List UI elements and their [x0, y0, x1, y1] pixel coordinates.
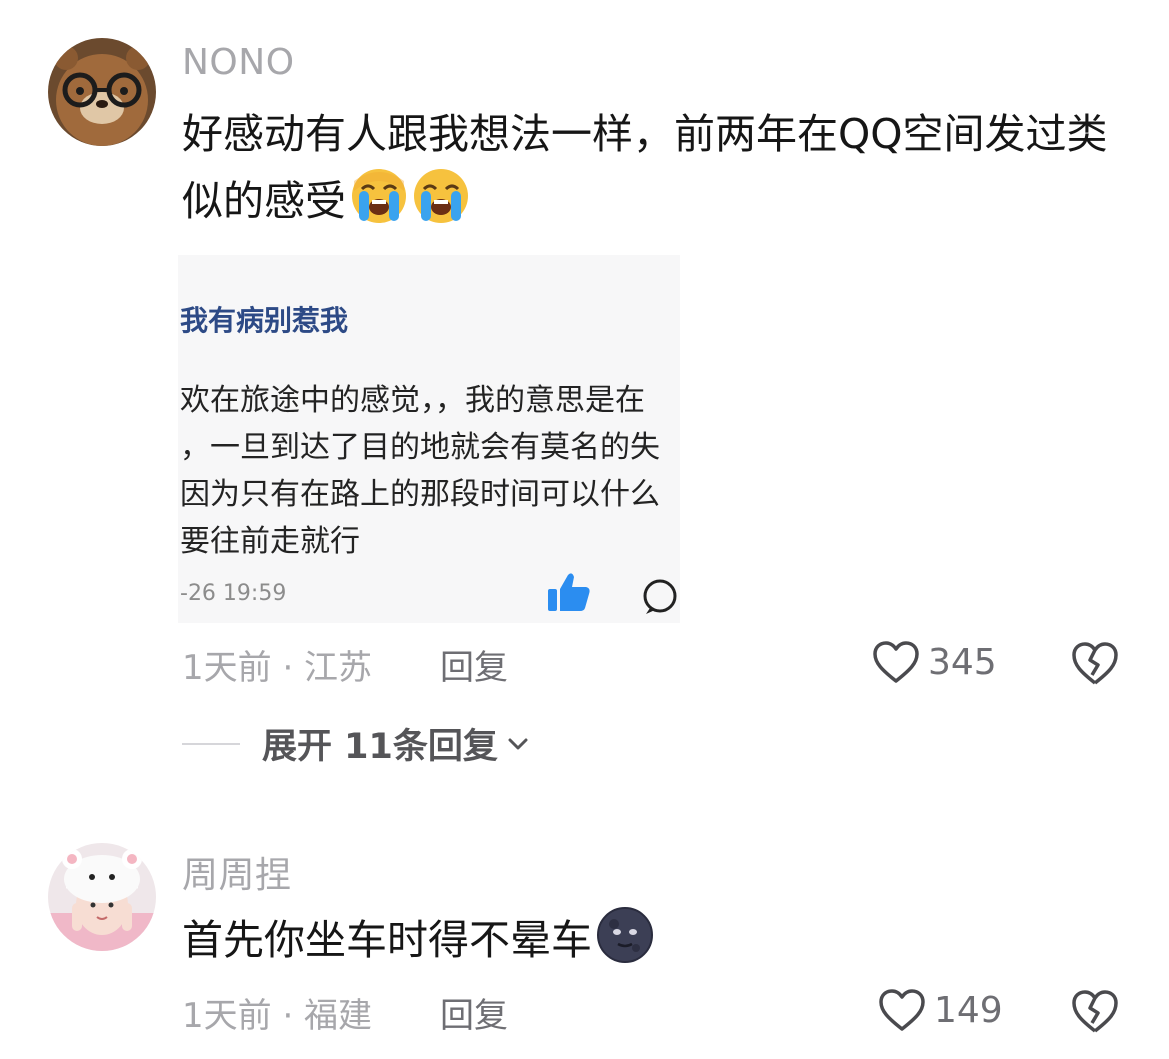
loudly-crying-face-icon	[412, 167, 470, 225]
reply-button[interactable]: 回复	[440, 640, 508, 689]
quoted-text-line: 欢在旅途中的感觉，，我的意思是在	[180, 383, 645, 418]
comment-text: 首先你坐车时得不晕车	[182, 906, 1142, 973]
comment-image[interactable]: 我有病别惹我 欢在旅途中的感觉，，我的意思是在 ，一旦到达了目的地就会有莫名的失…	[178, 255, 680, 623]
broken-heart-icon[interactable]	[1071, 988, 1119, 1034]
comment-text: 好感动有人跟我想法一样，前两年在QQ空间发过类似的感受	[182, 102, 1142, 234]
thumbs-up-icon	[548, 573, 590, 611]
username[interactable]: 周周捏	[182, 846, 292, 898]
new-moon-face-icon	[596, 906, 654, 964]
avatar[interactable]	[48, 843, 156, 951]
quoted-username: 我有病别惹我	[180, 304, 349, 337]
comment-bubble-icon	[643, 579, 677, 614]
reply-button[interactable]: 回复	[440, 988, 508, 1037]
username[interactable]: NONO	[182, 42, 295, 83]
comment-list: NONO 好感动有人跟我想法一样，前两年在QQ空间发过类似的感受 我有病别惹我 …	[0, 0, 1169, 1059]
quoted-text-line: 要往前走就行	[180, 524, 360, 559]
expand-replies-label: 展开 11条回复	[262, 727, 498, 767]
like-count: 345	[928, 641, 997, 683]
quoted-timestamp: -26 19:59	[180, 581, 287, 606]
chevron-down-icon	[508, 738, 528, 749]
divider-line	[182, 742, 240, 745]
like-button[interactable]: 149	[878, 988, 1003, 1032]
heart-icon	[873, 641, 919, 683]
comment-text-content: 好感动有人跟我想法一样，前两年在QQ空间发过类似的感受	[182, 110, 1108, 225]
loudly-crying-face-icon	[350, 167, 408, 225]
like-button[interactable]: 345	[872, 640, 997, 684]
heart-icon	[879, 989, 925, 1031]
comment-text-content: 首先你坐车时得不晕车	[182, 916, 592, 964]
timestamp-location: 1天前 · 江苏	[182, 648, 373, 688]
avatar[interactable]	[48, 38, 156, 146]
quoted-text-line: ，一旦到达了目的地就会有莫名的失	[180, 430, 660, 465]
expand-replies-button[interactable]: 展开 11条回复	[182, 718, 532, 769]
quoted-text-line: 因为只有在路上的那段时间可以什么	[180, 477, 660, 512]
broken-heart-icon[interactable]	[1071, 640, 1119, 686]
like-count: 149	[934, 989, 1003, 1031]
timestamp-location: 1天前 · 福建	[182, 996, 373, 1036]
